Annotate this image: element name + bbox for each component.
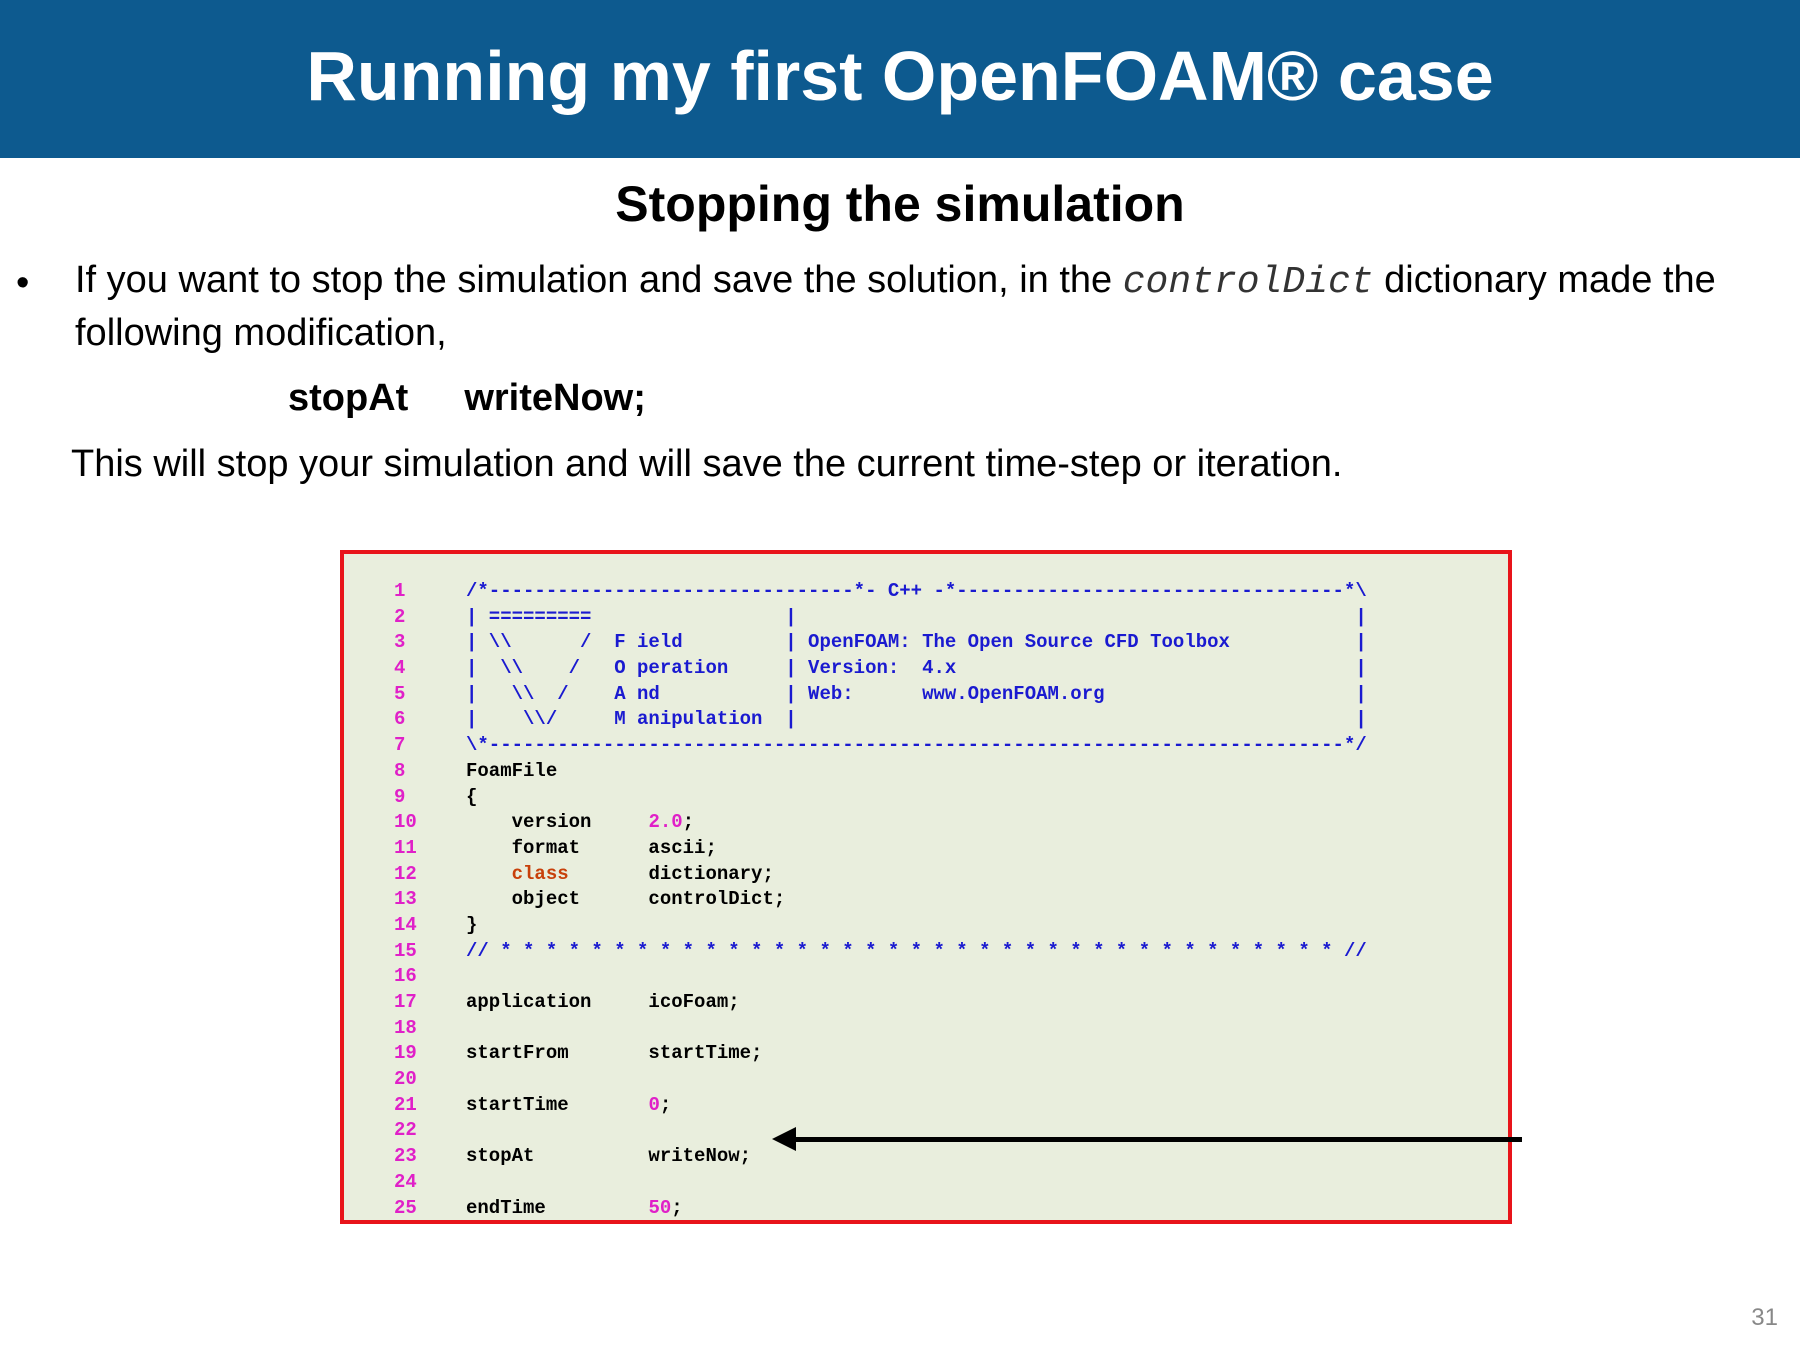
code-text: stopAt writeNow; bbox=[466, 1144, 751, 1170]
line-number: 2 bbox=[394, 605, 406, 628]
code-text: startTime 0; bbox=[466, 1093, 671, 1119]
line-number: 25 bbox=[394, 1196, 417, 1219]
code-token: ; bbox=[682, 811, 695, 834]
bullet-marker: • bbox=[16, 262, 30, 304]
code-token: 50 bbox=[648, 1196, 672, 1219]
stopat-keyword: stopAt bbox=[288, 377, 409, 419]
note-text: This will stop your simulation and will … bbox=[71, 443, 1343, 485]
line-number: 14 bbox=[394, 913, 417, 936]
section-subtitle: Stopping the simulation bbox=[615, 176, 1185, 232]
code-token: | \\ / A nd | Web: www.OpenFOAM.org | bbox=[466, 682, 1367, 705]
line-number: 17 bbox=[394, 991, 417, 1013]
code-text: /*--------------------------------*- C++… bbox=[466, 579, 1367, 605]
code-text: | \\/ M anipulation | | bbox=[466, 707, 1367, 733]
line-number: 16 bbox=[394, 965, 417, 988]
code-text: | ========= | | bbox=[466, 605, 1367, 631]
code-text: // * * * * * * * * * * * * * * * * * * *… bbox=[466, 939, 1367, 965]
code-text: version 2.0; bbox=[466, 810, 694, 836]
code-token: format ascii; bbox=[466, 836, 717, 859]
code-token: /*--------------------------------*- C++… bbox=[466, 580, 1367, 602]
line-number: 13 bbox=[394, 888, 417, 911]
code-text: \*--------------------------------------… bbox=[466, 733, 1367, 759]
code-text: | \\ / O peration | Version: 4.x | bbox=[466, 656, 1367, 682]
line-number: 11 bbox=[394, 836, 417, 859]
line-number: 18 bbox=[394, 1016, 417, 1039]
code-text: | \\ / F ield | OpenFOAM: The Open Sourc… bbox=[466, 630, 1367, 656]
code-text: startFrom startTime; bbox=[466, 1041, 762, 1067]
code-token: class bbox=[511, 862, 569, 885]
code-token: startFrom startTime; bbox=[466, 1042, 763, 1065]
page-number: 31 bbox=[1751, 1304, 1778, 1331]
code-token: | \\ / O peration | Version: 4.x | bbox=[466, 657, 1367, 680]
code-text: endTime 50; bbox=[466, 1196, 683, 1222]
code-token: application icoFoam; bbox=[466, 991, 740, 1013]
code-token: | \\ / F ield | OpenFOAM: The Open Sourc… bbox=[466, 631, 1367, 654]
code-token: endTime bbox=[466, 1196, 649, 1219]
code-token: object controlDict; bbox=[466, 888, 786, 911]
code-token: } bbox=[466, 913, 478, 936]
code-text: object controlDict; bbox=[466, 887, 786, 913]
code-token: 2.0 bbox=[648, 811, 683, 834]
bullet-text-before: If you want to stop the simulation and s… bbox=[75, 259, 1123, 301]
line-number: 4 bbox=[394, 657, 406, 680]
title-bar: Running my first OpenFOAM® case bbox=[0, 0, 1800, 158]
code-token: ; bbox=[659, 1093, 672, 1116]
code-token: // * * * * * * * * * * * * * * * * * * *… bbox=[466, 939, 1367, 962]
line-number: 24 bbox=[394, 1170, 417, 1193]
line-number: 10 bbox=[394, 811, 417, 834]
code-token: startTime bbox=[466, 1093, 649, 1116]
code-text: } bbox=[466, 913, 477, 939]
line-number: 21 bbox=[394, 1093, 417, 1116]
code-token: \*--------------------------------------… bbox=[466, 734, 1367, 757]
line-number: 1 bbox=[394, 580, 406, 602]
code-text: FoamFile bbox=[466, 759, 557, 785]
line-number: 19 bbox=[394, 1042, 417, 1065]
code-token: stopAt writeNow; bbox=[466, 1145, 752, 1168]
line-number: 12 bbox=[394, 862, 417, 885]
line-number: 15 bbox=[394, 939, 417, 962]
code-token: | \\/ M anipulation | | bbox=[466, 708, 1367, 731]
code-token: version bbox=[466, 811, 649, 834]
line-number: 3 bbox=[394, 631, 406, 654]
arrow-head-icon bbox=[772, 1127, 796, 1151]
code-listing-box: 1 /*--------------------------------*- C+… bbox=[340, 550, 1512, 1224]
code-token: dictionary; bbox=[568, 862, 774, 885]
line-number: 7 bbox=[394, 734, 406, 757]
arrow-line bbox=[790, 1137, 1522, 1142]
bullet-text: If you want to stop the simulation and s… bbox=[75, 255, 1775, 358]
stopat-value: writeNow; bbox=[464, 377, 646, 419]
stopat-example: stopAt writeNow; bbox=[288, 373, 646, 423]
code-token: { bbox=[466, 785, 478, 808]
line-number: 22 bbox=[394, 1119, 417, 1142]
code-token: | ========= | | bbox=[466, 605, 1367, 628]
code-token: 0 bbox=[648, 1093, 660, 1116]
code-token: FoamFile bbox=[466, 759, 558, 782]
code-text: { bbox=[466, 785, 477, 811]
code-token: ; bbox=[671, 1196, 683, 1219]
line-number: 5 bbox=[394, 682, 406, 705]
code-text: format ascii; bbox=[466, 836, 717, 862]
code-text: application icoFoam; bbox=[466, 990, 740, 1016]
line-number: 9 bbox=[394, 785, 406, 808]
line-number: 23 bbox=[394, 1145, 417, 1168]
line-number: 6 bbox=[394, 708, 406, 731]
code-word: controlDict bbox=[1122, 261, 1374, 304]
code-text: class dictionary; bbox=[466, 862, 774, 888]
code-text: | \\ / A nd | Web: www.OpenFOAM.org | bbox=[466, 682, 1367, 708]
line-number: 20 bbox=[394, 1068, 417, 1091]
line-number: 8 bbox=[394, 759, 406, 782]
slide-title: Running my first OpenFOAM® case bbox=[306, 37, 1494, 115]
